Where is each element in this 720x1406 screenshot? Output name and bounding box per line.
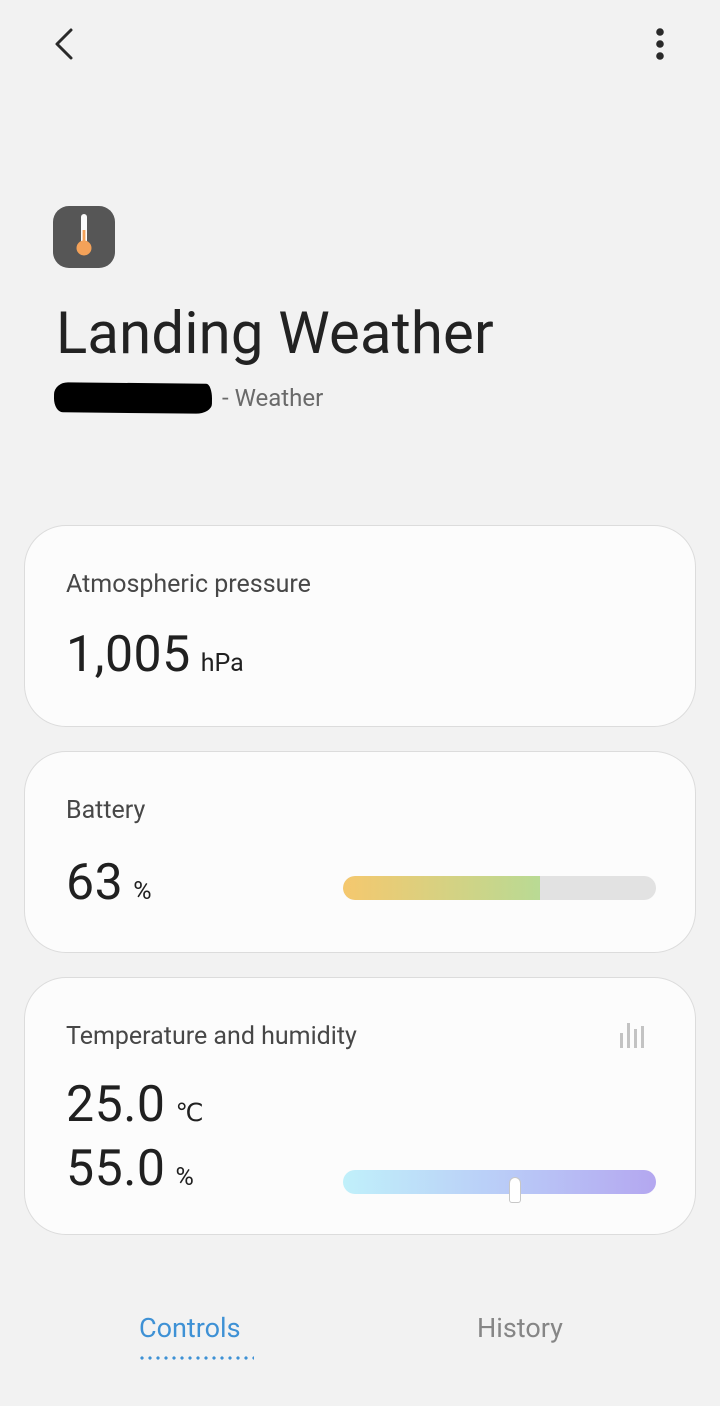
battery-label: Battery	[66, 796, 146, 825]
humidity-unit: %	[175, 1163, 194, 1192]
bar-chart-icon[interactable]	[618, 1020, 648, 1054]
battery-number: 63	[66, 854, 124, 912]
humidity-value: 55.0%	[66, 1140, 194, 1198]
pressure-value: 1,005 hPa	[66, 626, 244, 684]
battery-card[interactable]: Battery 63%	[24, 751, 696, 953]
pressure-card[interactable]: Atmospheric pressure 1,005 hPa	[24, 525, 696, 727]
pressure-unit: hPa	[200, 649, 244, 678]
temperature-humidity-label: Temperature and humidity	[66, 1022, 357, 1051]
temperature-number: 25.0	[66, 1076, 166, 1134]
device-icon	[53, 206, 115, 268]
tab-controls[interactable]: Controls	[139, 1312, 241, 1344]
temperature-unit: ℃	[175, 1099, 204, 1128]
battery-unit: %	[133, 877, 152, 906]
more-options-button[interactable]	[636, 22, 684, 70]
temperature-value: 25.0 ℃	[66, 1076, 204, 1134]
battery-level-fill	[343, 876, 541, 900]
device-type-label: - Weather	[222, 384, 324, 412]
humidity-level-indicator	[510, 1178, 521, 1202]
device-name: Landing Weather	[56, 300, 494, 368]
humidity-number: 55.0	[66, 1140, 166, 1198]
pressure-label: Atmospheric pressure	[66, 570, 311, 599]
more-vertical-icon	[655, 27, 665, 65]
tab-history[interactable]: History	[477, 1312, 563, 1344]
device-detail-screen: Landing Weather - Weather Atmospheric pr…	[0, 0, 720, 1406]
battery-value: 63%	[66, 854, 152, 912]
back-button[interactable]	[40, 22, 88, 70]
tab-controls-indicator	[138, 1356, 254, 1360]
temperature-humidity-card[interactable]: Temperature and humidity 25.0 ℃ 55.0%	[24, 977, 696, 1235]
redacted-location-text	[53, 382, 213, 414]
pressure-number: 1,005	[66, 626, 191, 684]
humidity-level-bar	[343, 1170, 656, 1194]
device-location-row: - Weather	[53, 380, 324, 416]
battery-level-bar	[343, 876, 656, 900]
chevron-left-icon	[52, 27, 76, 65]
thermometer-icon	[73, 212, 95, 262]
